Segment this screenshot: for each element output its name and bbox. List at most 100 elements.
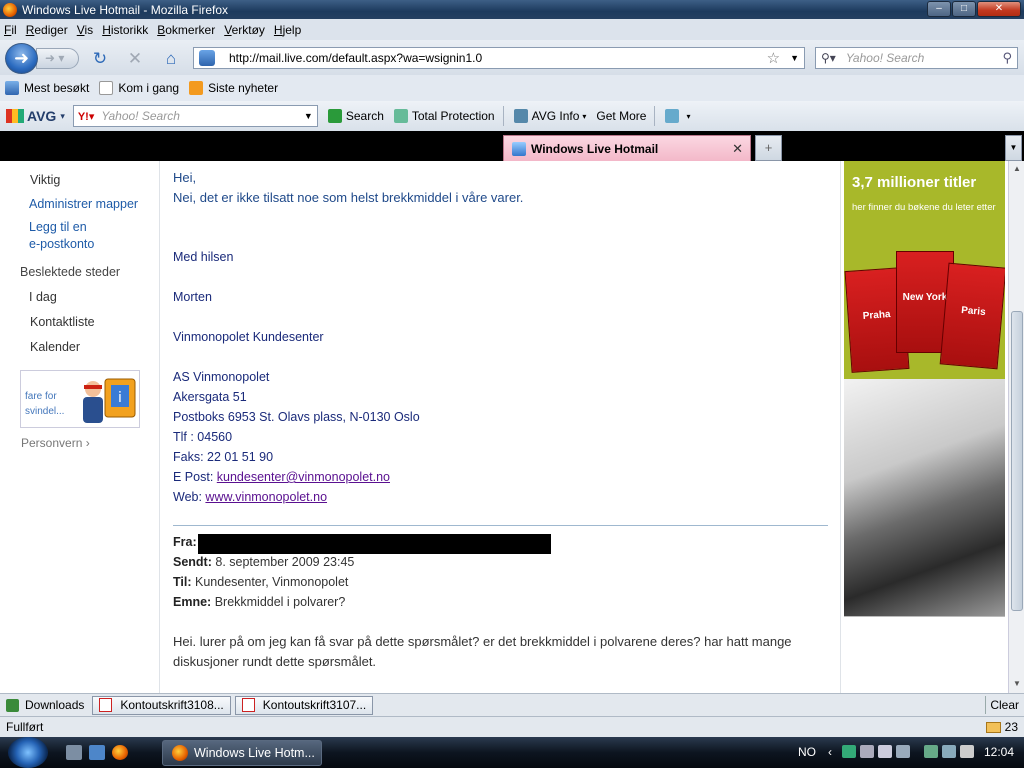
downloads-label: Downloads xyxy=(25,698,85,712)
url-bar[interactable]: http://mail.live.com/default.aspx?wa=wsi… xyxy=(193,47,805,69)
search-arrow-icon xyxy=(327,109,342,123)
tray-icon[interactable] xyxy=(860,745,874,758)
downloads-button[interactable]: Downloads xyxy=(6,698,84,712)
envelope-icon xyxy=(985,721,1001,733)
back-button[interactable]: ➜ xyxy=(5,43,38,74)
total-protection-button[interactable]: Total Protection xyxy=(393,109,495,123)
page-icon xyxy=(99,81,114,95)
bookmarks-bar: Mest besøkt Kom i gang Siste nyheter xyxy=(0,75,1024,101)
bookmark-most-visited[interactable]: Mest besøkt xyxy=(5,81,89,95)
book-advertisement[interactable]: 3,7 millioner titler her finner du bøken… xyxy=(844,161,1005,379)
vertical-scrollbar[interactable]: ▲ ▼ xyxy=(1008,161,1024,693)
page-content: Viktig Administrer mapper Legg til en e-… xyxy=(0,161,1024,693)
menu-tools[interactable]: Verktøy xyxy=(224,23,265,37)
avg-info-button[interactable]: AVG Info ▾ xyxy=(513,109,586,123)
chevron-down-icon[interactable]: ▼ xyxy=(304,111,313,121)
chevron-left-icon[interactable]: ‹ xyxy=(828,745,832,759)
chevron-down-icon[interactable]: ▾ xyxy=(60,111,65,122)
avg-info-label: AVG Info xyxy=(531,109,580,123)
tray-icon[interactable] xyxy=(942,745,956,758)
menu-help[interactable]: Hjelp xyxy=(274,23,301,37)
bookmark-latest-news[interactable]: Siste nyheter xyxy=(189,81,278,95)
bookmark-label: Mest besøkt xyxy=(24,81,90,95)
privacy-link[interactable]: Personvern › xyxy=(21,436,90,450)
avg-logo[interactable]: AVG ▾ xyxy=(6,108,65,124)
tray-icon[interactable] xyxy=(896,745,910,758)
stop-icon[interactable]: ✕ xyxy=(125,49,145,69)
web-link[interactable]: www.vinmonopolet.no xyxy=(205,490,327,504)
reload-icon[interactable]: ↻ xyxy=(90,49,110,69)
list-all-tabs-button[interactable]: ▼ xyxy=(1005,135,1022,161)
switch-windows-icon[interactable] xyxy=(89,745,105,760)
tab-title: Windows Live Hotmail xyxy=(531,141,659,156)
add-account-link-line1[interactable]: Legg til en xyxy=(29,220,87,234)
avg-tray-icon[interactable] xyxy=(842,745,856,758)
signature-email: E Post: kundesenter@vinmonopolet.no xyxy=(173,470,390,484)
minimize-button[interactable]: – xyxy=(927,1,951,17)
header-sent: Sendt: 8. september 2009 23:45 xyxy=(173,555,355,569)
downloads-bar: Downloads Kontoutskrift3108... Kontoutsk… xyxy=(0,693,1024,716)
search-bar[interactable]: ⚲▾ Yahoo! Search ⚲ xyxy=(815,47,1018,69)
search-engine-icon[interactable]: ⚲▾ xyxy=(821,51,836,65)
mail-notifier[interactable]: 23 xyxy=(985,720,1018,734)
taskbar-firefox-window[interactable]: Windows Live Hotm... xyxy=(162,740,322,766)
network-icon[interactable] xyxy=(924,745,938,758)
avg-extra-button[interactable]: ▾ xyxy=(665,109,690,123)
tray-icon[interactable] xyxy=(878,745,892,758)
home-icon[interactable]: ⌂ xyxy=(161,49,181,69)
menu-history[interactable]: Historikk xyxy=(102,23,148,37)
close-window-button[interactable]: ✕ xyxy=(977,1,1021,17)
yahoo-search-placeholder[interactable]: Yahoo! Search xyxy=(101,109,304,123)
bookmark-getting-started[interactable]: Kom i gang xyxy=(99,81,179,95)
quoted-message: Hei. lurer på om jeg kan få svar på dett… xyxy=(173,634,792,669)
bookmark-star-icon[interactable]: ☆ xyxy=(767,49,780,67)
get-more-button[interactable]: Get More xyxy=(596,109,646,123)
menu-bookmarks[interactable]: Bokmerker xyxy=(157,23,215,37)
clock[interactable]: 12:04 xyxy=(984,745,1014,759)
show-desktop-icon[interactable] xyxy=(66,745,82,760)
today-link[interactable]: I dag xyxy=(29,290,57,304)
manage-folders-link[interactable]: Administrer mapper xyxy=(29,197,138,211)
tab-hotmail[interactable]: Windows Live Hotmail ✕ xyxy=(503,135,751,161)
volume-icon[interactable] xyxy=(960,745,974,758)
scroll-up-icon[interactable]: ▲ xyxy=(1011,164,1023,173)
yahoo-search-input[interactable]: Y!▾ Yahoo! Search ▼ xyxy=(72,105,318,127)
site-identity-icon[interactable] xyxy=(199,50,215,66)
menu-edit[interactable]: Rediger xyxy=(26,23,68,37)
system-tray: NO ‹ 12:04 xyxy=(796,737,1024,768)
scrollbar-thumb[interactable] xyxy=(1011,311,1023,611)
scroll-down-icon[interactable]: ▼ xyxy=(1011,679,1023,688)
hotmail-favicon-icon xyxy=(512,141,526,156)
download-file-name: Kontoutskrift3107... xyxy=(262,698,367,712)
menu-file[interactable]: Fil xyxy=(4,23,17,37)
bookmark-icon xyxy=(5,81,19,95)
toolbar-separator xyxy=(654,106,656,126)
calendar-link[interactable]: Kalender xyxy=(30,340,80,354)
forward-button[interactable]: ➜ ▾ xyxy=(36,48,79,69)
download-file-1[interactable]: Kontoutskrift3108... xyxy=(92,695,231,715)
email-link[interactable]: kundesenter@vinmonopolet.no xyxy=(217,470,390,484)
contacts-link[interactable]: Kontaktliste xyxy=(30,315,95,329)
new-tab-button[interactable]: + xyxy=(755,135,782,161)
couple-photo-advertisement[interactable] xyxy=(844,379,1005,617)
menu-view[interactable]: Vis xyxy=(77,23,93,37)
start-button[interactable] xyxy=(8,737,48,768)
url-dropdown-icon[interactable]: ▼ xyxy=(790,53,799,63)
clear-downloads-button[interactable]: Clear xyxy=(990,698,1019,712)
firefox-quicklaunch-icon[interactable] xyxy=(112,745,128,760)
fraud-warning-ad[interactable]: fare for svindel... i xyxy=(20,370,140,428)
folder-viktig[interactable]: Viktig xyxy=(30,173,60,187)
close-tab-icon[interactable]: ✕ xyxy=(732,141,743,157)
download-file-2[interactable]: Kontoutskrift3107... xyxy=(234,695,374,715)
signature-regards: Med hilsen xyxy=(173,250,234,264)
url-text[interactable]: http://mail.live.com/default.aspx?wa=wsi… xyxy=(229,51,767,65)
search-go-icon[interactable]: ⚲ xyxy=(1002,50,1012,66)
avg-search-button[interactable]: Search xyxy=(327,109,384,123)
maximize-button[interactable]: □ xyxy=(952,1,976,17)
add-account-link-line2[interactable]: e-postkonto xyxy=(29,237,94,251)
navigation-toolbar: ➜ ▾ ➜ ↻ ✕ ⌂ http://mail.live.com/default… xyxy=(0,40,1024,75)
search-input[interactable]: Yahoo! Search xyxy=(846,51,1003,65)
language-indicator[interactable]: NO xyxy=(798,745,816,759)
status-bar: Fullført 23 xyxy=(0,716,1024,737)
taskbar-window-title: Windows Live Hotm... xyxy=(194,746,315,760)
